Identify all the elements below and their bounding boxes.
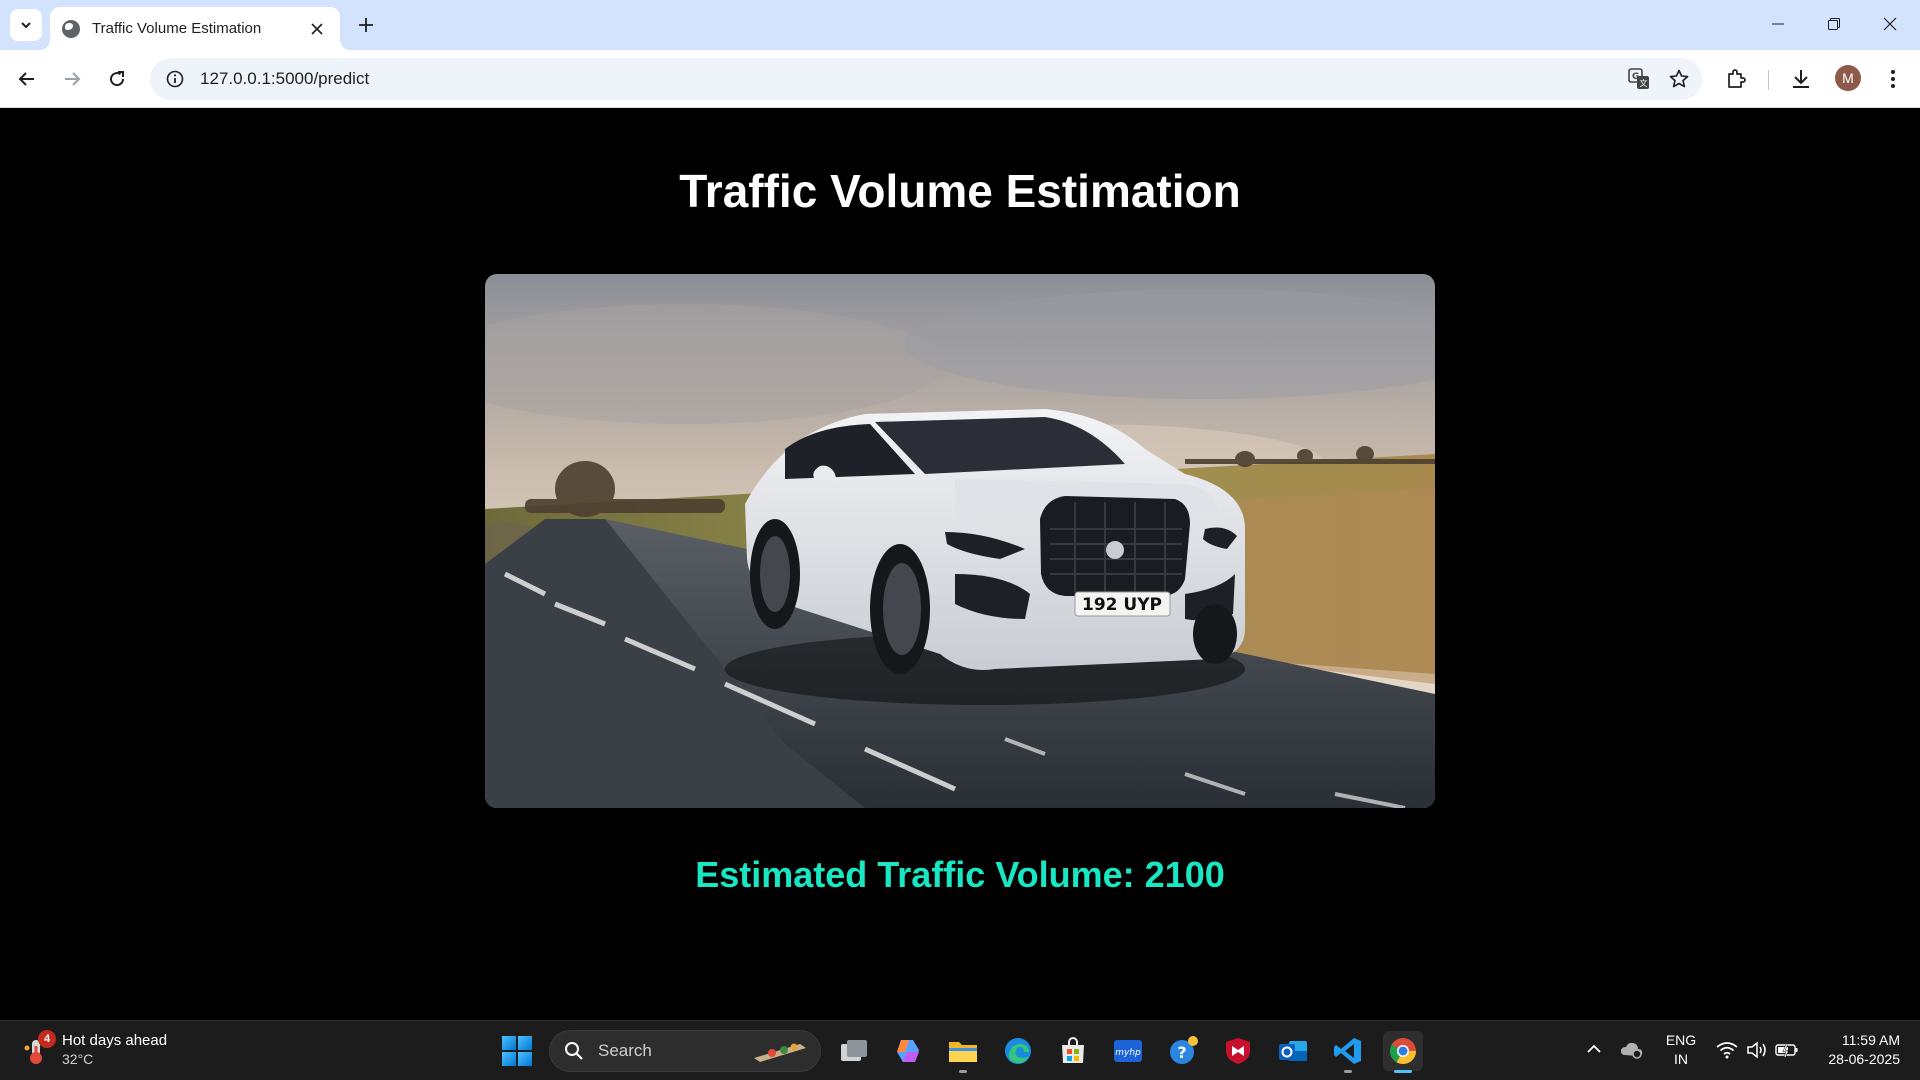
tab-title: Traffic Volume Estimation	[92, 20, 262, 37]
mcafee-shield-icon	[1226, 1038, 1250, 1064]
hero-car-image: 192 UYP	[485, 274, 1435, 808]
weather-temperature: 32°C	[62, 1051, 94, 1067]
system-clock[interactable]: 11:59 AM 28-06-2025	[1810, 1031, 1900, 1069]
taskbar-search[interactable]: Search	[549, 1030, 821, 1072]
taskbar-myhp[interactable]: myhp	[1108, 1031, 1148, 1071]
search-placeholder: Search	[598, 1041, 652, 1060]
address-bar[interactable]: 127.0.0.1:5000/predict G文	[150, 58, 1702, 100]
more-vertical-icon	[1891, 70, 1895, 88]
browser-toolbar: 127.0.0.1:5000/predict G文	[0, 50, 1920, 108]
clock-date: 28-06-2025	[1828, 1051, 1900, 1067]
page-title: Traffic Volume Estimation	[679, 165, 1241, 217]
taskbar-outlook[interactable]	[1273, 1031, 1313, 1071]
minimize-icon	[1772, 23, 1784, 25]
weather-title: Hot days ahead	[62, 1032, 168, 1049]
running-indicator	[959, 1070, 967, 1073]
profile-avatar[interactable]: M	[1835, 65, 1861, 91]
folder-icon	[949, 1042, 977, 1062]
forward-button[interactable]	[55, 62, 89, 96]
puzzle-icon	[1728, 69, 1746, 88]
task-view-icon	[841, 1040, 867, 1061]
volume-icon[interactable]	[1745, 1038, 1769, 1062]
active-indicator	[1394, 1070, 1412, 1073]
bookmark-star-icon[interactable]	[1662, 62, 1696, 96]
outlook-icon	[1279, 1041, 1307, 1061]
taskbar-store[interactable]	[1053, 1031, 1093, 1071]
new-tab-button[interactable]	[352, 11, 380, 39]
weather-widget[interactable]: 4 Hot days ahead 32°C	[24, 1029, 168, 1068]
region-code: IN	[1674, 1051, 1688, 1067]
taskbar-task-view[interactable]	[834, 1031, 874, 1071]
taskbar-edge[interactable]	[998, 1031, 1038, 1071]
restore-icon	[1828, 18, 1840, 30]
prediction-result: Estimated Traffic Volume: 2100	[695, 854, 1225, 895]
reload-icon	[110, 71, 125, 87]
extensions-button[interactable]	[1719, 62, 1753, 96]
running-indicator	[1344, 1070, 1352, 1073]
window-minimize-button[interactable]	[1750, 0, 1806, 48]
plus-icon	[359, 18, 373, 32]
tab-search-button[interactable]	[10, 9, 42, 41]
browser-tabstrip: Traffic Volume Estimation	[0, 0, 1920, 50]
taskbar-chrome[interactable]	[1383, 1031, 1423, 1073]
tab-close-button[interactable]	[306, 18, 328, 40]
taskbar-mcafee[interactable]	[1218, 1031, 1258, 1071]
chrome-icon	[1389, 1038, 1417, 1065]
page-content: Traffic Volume Estimation 192 UYP Estima…	[0, 109, 1920, 1020]
store-icon	[1062, 1037, 1084, 1063]
taskbar-vscode[interactable]	[1328, 1031, 1368, 1073]
arrow-right-icon	[65, 72, 81, 86]
globe-icon	[62, 19, 80, 38]
reload-button[interactable]	[100, 62, 134, 96]
windows-logo-tile	[518, 1036, 532, 1050]
close-icon	[311, 22, 323, 35]
notification-badge: 4	[38, 1029, 56, 1048]
battery-icon[interactable]	[1775, 1038, 1799, 1062]
car-photo: 192 UYP	[485, 274, 1435, 808]
svg-text:myhp: myhp	[1115, 1048, 1141, 1058]
back-button[interactable]	[10, 62, 44, 96]
wifi-icon[interactable]	[1715, 1038, 1739, 1062]
taskbar-copilot[interactable]	[888, 1031, 928, 1071]
windows-logo-tile	[502, 1052, 516, 1066]
browser-tab-active[interactable]: Traffic Volume Estimation	[50, 7, 340, 50]
window-close-button[interactable]	[1862, 0, 1918, 48]
translate-icon[interactable]: G文	[1622, 62, 1656, 96]
svg-text:?: ?	[1177, 1043, 1186, 1062]
svg-text:文: 文	[1640, 78, 1648, 88]
search-icon	[565, 1042, 583, 1060]
download-icon	[1793, 70, 1809, 88]
windows-logo-tile	[502, 1036, 516, 1050]
chevron-down-icon	[21, 22, 31, 29]
window-restore-button[interactable]	[1806, 0, 1862, 48]
start-button[interactable]	[502, 1036, 532, 1066]
windows-logo-tile	[518, 1052, 532, 1066]
url-text: 127.0.0.1:5000/predict	[200, 69, 370, 88]
taskbar-file-explorer[interactable]	[943, 1031, 983, 1073]
help-icon: ?	[1170, 1036, 1198, 1064]
license-plate: 192 UYP	[1082, 595, 1162, 615]
close-icon	[1883, 17, 1897, 31]
language-indicator[interactable]: ENG IN	[1664, 1031, 1698, 1069]
show-hidden-icons-button[interactable]	[1584, 1039, 1604, 1059]
windows-taskbar: 4 Hot days ahead 32°C Search myhp ? ENG …	[0, 1020, 1920, 1080]
clock-time: 11:59 AM	[1841, 1032, 1900, 1048]
arrow-left-icon	[18, 72, 34, 86]
chrome-menu-button[interactable]	[1876, 62, 1910, 96]
myhp-icon: myhp	[1114, 1040, 1142, 1062]
vscode-icon	[1334, 1038, 1361, 1064]
thermometer-icon: 4	[24, 1029, 56, 1066]
site-info-icon[interactable]	[164, 68, 186, 90]
edge-icon	[1005, 1038, 1031, 1064]
search-highlight-icon	[754, 1043, 806, 1062]
copilot-icon	[897, 1040, 919, 1062]
toolbar-separator	[1768, 70, 1769, 90]
onedrive-tray-icon[interactable]	[1620, 1038, 1644, 1062]
downloads-button[interactable]	[1784, 62, 1818, 96]
language-code: ENG	[1665, 1032, 1697, 1048]
taskbar-get-help[interactable]: ?	[1163, 1031, 1203, 1071]
chevron-up-icon	[1587, 1044, 1601, 1053]
